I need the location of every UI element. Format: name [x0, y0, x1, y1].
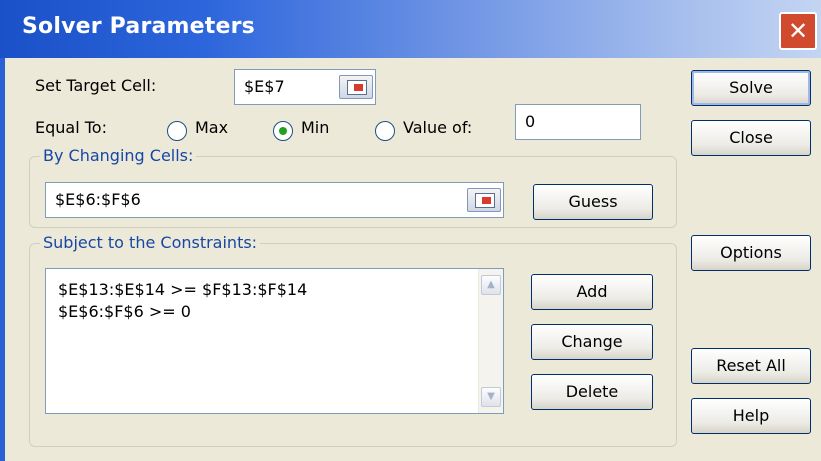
- radio-min-label[interactable]: Min: [301, 118, 329, 137]
- equal-to-label: Equal To:: [35, 118, 107, 137]
- scroll-down-icon[interactable]: ▼: [481, 387, 501, 407]
- target-cell-label: Set Target Cell:: [35, 76, 157, 95]
- change-constraint-button[interactable]: Change: [531, 324, 653, 360]
- target-cell-value: $E$7: [244, 77, 285, 96]
- radio-max[interactable]: [167, 121, 187, 141]
- radio-value-of[interactable]: [375, 121, 395, 141]
- list-item[interactable]: $E$6:$F$6 >= 0: [58, 302, 191, 321]
- close-icon[interactable]: ✕: [779, 12, 817, 50]
- radio-value-of-label[interactable]: Value of:: [403, 118, 472, 137]
- close-button[interactable]: Close: [691, 120, 811, 156]
- title-bar: Solver Parameters ✕: [0, 0, 821, 58]
- changing-range-picker-icon[interactable]: [467, 188, 501, 212]
- target-range-picker-icon[interactable]: [339, 75, 373, 99]
- dialog-body: Set Target Cell: $E$7 Equal To: Max Min …: [0, 58, 821, 461]
- add-constraint-button[interactable]: Add: [531, 274, 653, 310]
- constraints-scrollbar[interactable]: ▲ ▼: [478, 269, 503, 413]
- options-button[interactable]: Options: [691, 235, 811, 271]
- radio-min[interactable]: [273, 121, 293, 141]
- radio-max-label[interactable]: Max: [195, 118, 228, 137]
- delete-constraint-button[interactable]: Delete: [531, 374, 653, 410]
- changing-cells-label: By Changing Cells:: [40, 146, 197, 165]
- changing-cells-value: $E$6:$F$6: [55, 190, 141, 209]
- help-button[interactable]: Help: [691, 398, 811, 434]
- reset-all-button[interactable]: Reset All: [691, 348, 811, 384]
- value-of-input[interactable]: 0: [515, 104, 641, 140]
- window-title: Solver Parameters: [22, 14, 255, 39]
- constraints-label: Subject to the Constraints:: [40, 233, 261, 252]
- value-of-value: 0: [525, 112, 536, 131]
- scroll-up-icon[interactable]: ▲: [481, 275, 501, 295]
- guess-button[interactable]: Guess: [533, 184, 653, 220]
- solve-button[interactable]: Solve: [691, 70, 811, 106]
- constraints-list[interactable]: $E$13:$E$14 >= $F$13:$F$14 $E$6:$F$6 >= …: [45, 268, 504, 414]
- list-item[interactable]: $E$13:$E$14 >= $F$13:$F$14: [58, 280, 307, 299]
- changing-cells-input[interactable]: $E$6:$F$6: [45, 182, 504, 218]
